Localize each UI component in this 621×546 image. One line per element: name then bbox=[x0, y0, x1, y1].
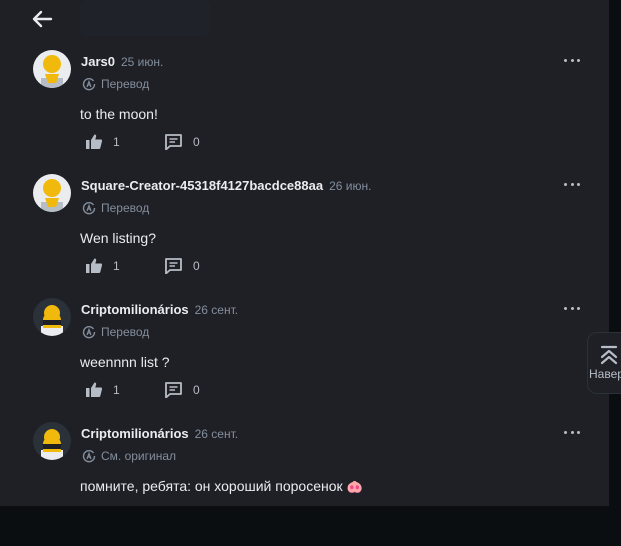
see-original-button[interactable]: См. оригинал bbox=[82, 449, 176, 463]
comment-date: 26 сент. bbox=[194, 303, 239, 317]
arrow-left-icon bbox=[32, 10, 53, 28]
dot bbox=[570, 306, 574, 310]
dot bbox=[577, 58, 580, 62]
comment-icon bbox=[165, 134, 182, 150]
comment-date: 25 июн. bbox=[120, 55, 164, 69]
comment-item: Jars0 25 июн. Перевод to the moon! 1 0 bbox=[0, 50, 609, 174]
comment-date: 26 сент. bbox=[194, 427, 239, 441]
comment-author[interactable]: Criptomilionários 26 сент. bbox=[81, 302, 238, 317]
dot bbox=[564, 306, 567, 310]
translate-button[interactable]: Перевод bbox=[82, 201, 149, 215]
like-count: 1 bbox=[113, 258, 120, 273]
dot bbox=[577, 182, 580, 186]
like-button[interactable]: 1 bbox=[86, 134, 120, 149]
user-avatar-icon bbox=[41, 55, 63, 88]
like-count: 1 bbox=[113, 382, 120, 397]
dot bbox=[577, 430, 580, 434]
dot bbox=[564, 430, 567, 434]
pig-nose-emoji: 🐽 bbox=[346, 479, 363, 494]
translate-label: Перевод bbox=[101, 77, 150, 91]
comment-date: 26 июн. bbox=[329, 179, 372, 193]
comment-item: Criptomilionários 26 сент. См. оригинал п… bbox=[0, 422, 609, 546]
reply-button[interactable]: 0 bbox=[165, 258, 200, 274]
avatar[interactable] bbox=[33, 422, 71, 460]
translate-icon bbox=[82, 449, 96, 463]
more-options-button[interactable] bbox=[564, 428, 580, 436]
chevrons-up-icon bbox=[600, 345, 618, 365]
dot bbox=[564, 182, 567, 186]
scroll-to-top-button[interactable]: Навер bbox=[587, 332, 621, 394]
dot bbox=[570, 430, 574, 434]
comment-icon bbox=[165, 382, 182, 398]
avatar[interactable] bbox=[33, 298, 71, 336]
comment-text: помните, ребята: он хороший поросенок 🐽 bbox=[80, 478, 363, 494]
comment-icon bbox=[165, 258, 182, 274]
reply-count: 0 bbox=[193, 383, 200, 397]
reply-button[interactable]: 0 bbox=[165, 134, 200, 150]
dot bbox=[577, 306, 580, 310]
like-count: 1 bbox=[113, 134, 120, 149]
translate-button[interactable]: Перевод bbox=[82, 77, 149, 91]
comment-text: Wen listing? bbox=[80, 230, 157, 246]
like-button[interactable]: 1 bbox=[86, 258, 120, 273]
back-button[interactable] bbox=[30, 8, 54, 30]
comment-author[interactable]: Square-Creator-45318f4127bacdce88aa 26 ию… bbox=[81, 178, 371, 193]
reply-button[interactable]: 0 bbox=[165, 382, 200, 398]
avatar[interactable] bbox=[33, 50, 71, 88]
comment-text: to the moon! bbox=[80, 106, 158, 122]
translate-icon bbox=[82, 77, 96, 91]
more-options-button[interactable] bbox=[564, 56, 580, 64]
thumbs-up-icon bbox=[86, 258, 102, 273]
user-avatar-icon bbox=[41, 179, 63, 212]
translate-label: Перевод bbox=[101, 325, 150, 339]
comments-panel: Jars0 25 июн. Перевод to the moon! 1 0 S… bbox=[0, 0, 609, 506]
more-options-button[interactable] bbox=[564, 304, 580, 312]
like-button[interactable]: 1 bbox=[86, 382, 120, 397]
user-avatar-icon bbox=[41, 305, 63, 336]
comment-item: Square-Creator-45318f4127bacdce88aa 26 ию… bbox=[0, 174, 609, 298]
comment-author[interactable]: Jars0 25 июн. bbox=[81, 54, 163, 69]
reply-count: 0 bbox=[193, 135, 200, 149]
translate-label: См. оригинал bbox=[101, 449, 177, 463]
dot bbox=[564, 58, 567, 62]
scroll-to-top-label: Навер bbox=[589, 367, 621, 381]
more-options-button[interactable] bbox=[564, 180, 580, 188]
translate-icon bbox=[82, 325, 96, 339]
thumbs-up-icon bbox=[86, 382, 102, 397]
avatar[interactable] bbox=[33, 174, 71, 212]
user-avatar-icon bbox=[41, 429, 63, 460]
thumbs-up-icon bbox=[86, 134, 102, 149]
comment-text: weennnn list ? bbox=[80, 354, 170, 370]
dot bbox=[570, 58, 574, 62]
comment-item: Criptomilionários 26 сент. Перевод weennn… bbox=[0, 298, 609, 422]
reply-count: 0 bbox=[193, 259, 200, 273]
translate-label: Перевод bbox=[101, 201, 150, 215]
translate-button[interactable]: Перевод bbox=[82, 325, 149, 339]
comment-author[interactable]: Criptomilionários 26 сент. bbox=[81, 426, 238, 441]
translate-icon bbox=[82, 201, 96, 215]
header-placeholder bbox=[80, 0, 210, 36]
dot bbox=[570, 182, 574, 186]
